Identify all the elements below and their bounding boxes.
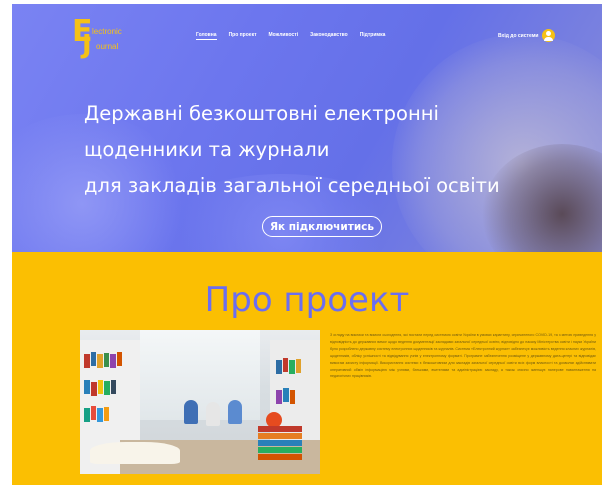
site-logo[interactable]: E lectronic J ournal — [72, 14, 152, 60]
nav-item-legislation[interactable]: Законодавство — [310, 32, 348, 40]
about-section: Про проект З огляду на виклики та вимоги… — [12, 252, 602, 485]
main-nav: Головна Про проект Можливості Законодавс… — [196, 32, 385, 40]
hero-headline: Державні безкоштовні електронні щоденник… — [84, 96, 500, 204]
classroom-photo — [80, 330, 320, 474]
how-to-connect-button[interactable]: Як підключитись — [262, 216, 382, 237]
nav-item-home[interactable]: Головна — [196, 32, 217, 40]
about-description: З огляду на виклики та вимоги сьогодення… — [330, 333, 596, 379]
login-link[interactable]: Вхід до системи — [498, 29, 556, 42]
headline-line: для закладів загальної середньої освіти — [84, 174, 500, 197]
user-icon — [542, 29, 556, 42]
nav-item-about[interactable]: Про проект — [229, 32, 257, 40]
hero-banner: E lectronic J ournal Головна Про проект … — [12, 4, 602, 252]
login-label: Вхід до системи — [498, 32, 539, 39]
page: E lectronic J ournal Головна Про проект … — [0, 0, 612, 485]
headline-line: Державні безкоштовні електронні — [84, 102, 439, 125]
about-title: Про проект — [204, 280, 410, 320]
logo-text-line2: ournal — [96, 42, 119, 51]
logo-text-line1: lectronic — [92, 27, 122, 36]
nav-item-features[interactable]: Можливості — [269, 32, 299, 40]
nav-item-support[interactable]: Підтримка — [360, 32, 386, 40]
headline-line: щоденники та журнали — [84, 138, 330, 161]
logo-letter-j: J — [82, 30, 92, 60]
